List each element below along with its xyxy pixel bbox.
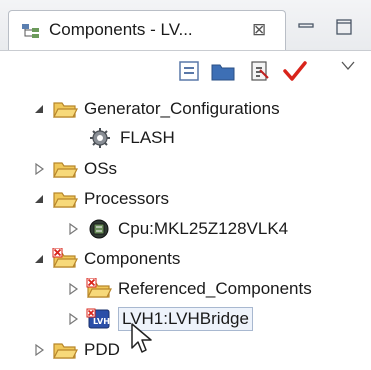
maximize-view-button[interactable] <box>334 18 354 36</box>
tree-item-flash[interactable]: FLASH <box>88 124 175 152</box>
tree-item-components[interactable]: Components <box>32 245 180 273</box>
lvh-component-icon: LVH <box>86 308 110 329</box>
tree-item-label: Components <box>84 249 181 268</box>
collapsed-twisty-icon[interactable] <box>66 282 80 296</box>
tree-item-cpu[interactable]: Cpu:MKL25Z128VLK4 <box>66 215 288 243</box>
expanded-twisty-icon[interactable] <box>32 102 46 116</box>
close-tab-icon[interactable]: ⊠ <box>252 20 266 40</box>
tree-item-label: FLASH <box>120 128 175 147</box>
folder-icon <box>53 102 78 118</box>
tab-title: Components - LV... <box>49 20 193 39</box>
folder-toolbar-button[interactable] <box>210 60 236 82</box>
tree-item-label: PDD <box>84 340 120 359</box>
components-folder-icon <box>86 278 112 298</box>
tree-item-pdd[interactable]: PDD <box>32 336 120 364</box>
minimize-view-button[interactable] <box>296 18 316 36</box>
export-button[interactable] <box>248 60 270 82</box>
tree-item-oss[interactable]: OSs <box>32 155 117 183</box>
collapse-all-button[interactable] <box>178 60 200 82</box>
folder-icon <box>53 192 78 208</box>
folder-icon <box>53 343 78 359</box>
folder-icon <box>53 162 78 178</box>
tree-item-label: Processors <box>84 189 170 208</box>
expanded-twisty-icon[interactable] <box>32 192 46 206</box>
red-check-button[interactable] <box>282 60 308 82</box>
collapsed-twisty-icon[interactable] <box>66 312 80 326</box>
view-menu-icon[interactable] <box>340 60 356 72</box>
tree-item-lvh1-lvhbridge[interactable]: LVH LVH1:LVHBridge <box>66 305 253 333</box>
collapsed-twisty-icon[interactable] <box>32 162 46 176</box>
view-tab-bar: Components - LV... ⊠ <box>0 0 371 51</box>
svg-text:LVH: LVH <box>93 317 110 326</box>
cpu-chip-icon <box>89 219 109 239</box>
tree-item-label: OSs <box>84 159 118 178</box>
tree-item-label: Referenced_Components <box>118 279 312 298</box>
tree-item-referenced-components[interactable]: Referenced_Components <box>66 275 312 303</box>
collapsed-twisty-icon[interactable] <box>32 343 46 357</box>
components-folder-icon <box>52 248 78 268</box>
mouse-pointer-icon <box>131 323 152 353</box>
tree-item-processors[interactable]: Processors <box>32 185 169 213</box>
gear-icon <box>90 128 110 148</box>
tree-item-label: Generator_Configurations <box>84 99 280 118</box>
components-view-tab[interactable]: Components - LV... ⊠ <box>8 10 286 50</box>
expanded-twisty-icon[interactable] <box>32 252 46 266</box>
components-view-icon <box>22 24 39 38</box>
collapsed-twisty-icon[interactable] <box>66 222 80 236</box>
tree-item-label: Cpu:MKL25Z128VLK4 <box>118 219 289 238</box>
tree-item-generator-configurations[interactable]: Generator_Configurations <box>32 95 280 123</box>
